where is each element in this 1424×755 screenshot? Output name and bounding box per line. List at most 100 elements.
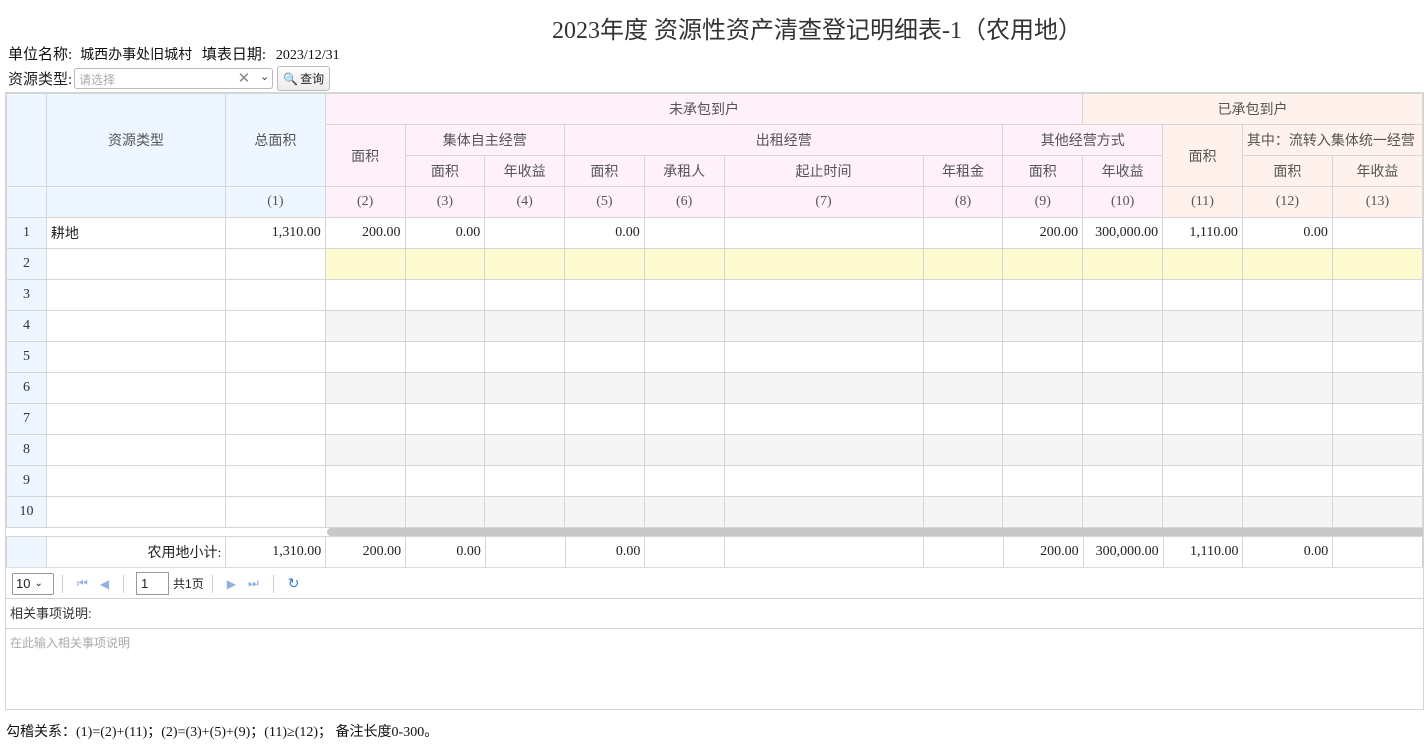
clear-icon[interactable]: ✕	[238, 69, 251, 87]
cell-c10[interactable]	[1082, 465, 1164, 497]
cell-c11[interactable]: 1,110.00	[1162, 217, 1243, 249]
cell-resource-type[interactable]	[45, 248, 227, 280]
cell-c12[interactable]: 0.00	[1241, 217, 1333, 249]
cell-c1[interactable]: 1,310.00	[225, 217, 326, 249]
cell-c4[interactable]	[484, 403, 566, 435]
cell-c2[interactable]	[324, 434, 406, 466]
cell-c10[interactable]	[1082, 341, 1164, 373]
cell-c11[interactable]	[1162, 341, 1243, 373]
table-row[interactable]: 9	[6, 465, 1423, 497]
chevron-down-icon[interactable]: ⌄	[260, 70, 269, 83]
cell-c4[interactable]	[484, 217, 566, 249]
cell-c11[interactable]	[1162, 403, 1243, 435]
cell-c10[interactable]	[1082, 434, 1164, 466]
cell-c8[interactable]	[922, 248, 1004, 280]
cell-c1[interactable]	[225, 341, 326, 373]
cell-c13[interactable]	[1331, 434, 1423, 466]
cell-c2[interactable]	[324, 403, 406, 435]
cell-c8[interactable]	[922, 403, 1004, 435]
cell-c7[interactable]	[723, 372, 924, 404]
first-page-icon[interactable]: ⏮	[77, 576, 88, 591]
cell-c10[interactable]: 300,000.00	[1082, 217, 1164, 249]
cell-c4[interactable]	[484, 248, 566, 280]
cell-c9[interactable]	[1002, 310, 1084, 342]
cell-c13[interactable]	[1331, 279, 1423, 311]
cell-c6[interactable]	[643, 403, 725, 435]
cell-c8[interactable]	[922, 341, 1004, 373]
cell-c2[interactable]	[324, 372, 406, 404]
cell-c2[interactable]	[324, 279, 406, 311]
cell-c7[interactable]	[723, 279, 924, 311]
last-page-icon[interactable]: ⏭	[248, 576, 259, 591]
cell-c3[interactable]	[404, 279, 486, 311]
cell-c3[interactable]	[404, 341, 486, 373]
cell-c1[interactable]	[225, 496, 326, 528]
cell-c4[interactable]	[484, 434, 566, 466]
cell-c10[interactable]	[1082, 279, 1164, 311]
cell-c1[interactable]	[225, 279, 326, 311]
table-row[interactable]: 5	[6, 341, 1423, 373]
cell-c5[interactable]	[564, 403, 645, 435]
cell-c6[interactable]	[643, 217, 725, 249]
cell-resource-type[interactable]	[45, 310, 227, 342]
cell-c3[interactable]	[404, 372, 486, 404]
cell-resource-type[interactable]	[45, 403, 227, 435]
cell-c10[interactable]	[1082, 310, 1164, 342]
cell-c8[interactable]	[922, 372, 1004, 404]
cell-c12[interactable]	[1241, 341, 1333, 373]
table-row[interactable]: 4	[6, 310, 1423, 342]
cell-c13[interactable]	[1331, 248, 1423, 280]
table-row[interactable]: 7	[6, 403, 1423, 435]
cell-resource-type[interactable]	[45, 434, 227, 466]
cell-c7[interactable]	[723, 217, 924, 249]
cell-c2[interactable]	[324, 341, 406, 373]
cell-c6[interactable]	[643, 465, 725, 497]
cell-c13[interactable]	[1331, 496, 1423, 528]
cell-resource-type[interactable]	[45, 341, 227, 373]
cell-c12[interactable]	[1241, 279, 1333, 311]
cell-c9[interactable]	[1002, 496, 1084, 528]
cell-c2[interactable]	[324, 248, 406, 280]
cell-c13[interactable]	[1331, 217, 1423, 249]
cell-c11[interactable]	[1162, 310, 1243, 342]
cell-c8[interactable]	[922, 465, 1004, 497]
cell-c11[interactable]	[1162, 434, 1243, 466]
cell-c8[interactable]	[922, 310, 1004, 342]
cell-c9[interactable]	[1002, 341, 1084, 373]
cell-c8[interactable]	[922, 496, 1004, 528]
cell-c5[interactable]	[564, 465, 645, 497]
cell-c4[interactable]	[484, 310, 566, 342]
cell-c2[interactable]	[324, 496, 406, 528]
cell-c5[interactable]	[564, 310, 645, 342]
cell-c9[interactable]	[1002, 465, 1084, 497]
cell-resource-type[interactable]: 耕地	[45, 217, 227, 249]
cell-c3[interactable]: 0.00	[404, 217, 486, 249]
cell-c6[interactable]	[643, 496, 725, 528]
table-row[interactable]: 8	[6, 434, 1423, 466]
table-row[interactable]: 6	[6, 372, 1423, 404]
cell-c5[interactable]	[564, 341, 645, 373]
cell-resource-type[interactable]	[45, 372, 227, 404]
cell-c3[interactable]	[404, 310, 486, 342]
cell-c6[interactable]	[643, 279, 725, 311]
cell-c12[interactable]	[1241, 403, 1333, 435]
cell-c11[interactable]	[1162, 372, 1243, 404]
resource-type-combo[interactable]: 请选择 ✕ ⌄	[74, 68, 274, 89]
cell-c6[interactable]	[643, 310, 725, 342]
cell-c10[interactable]	[1082, 372, 1164, 404]
cell-c6[interactable]	[643, 372, 725, 404]
cell-c7[interactable]	[723, 248, 924, 280]
horizontal-scrollbar[interactable]	[327, 528, 1423, 536]
cell-c1[interactable]	[225, 248, 326, 280]
cell-c3[interactable]	[404, 248, 486, 280]
cell-c2[interactable]	[324, 465, 406, 497]
next-page-icon[interactable]: ▶	[227, 577, 236, 591]
cell-c12[interactable]	[1241, 372, 1333, 404]
cell-c1[interactable]	[225, 465, 326, 497]
cell-resource-type[interactable]	[45, 279, 227, 311]
cell-c13[interactable]	[1331, 341, 1423, 373]
table-row[interactable]: 3	[6, 279, 1423, 311]
cell-c7[interactable]	[723, 434, 924, 466]
cell-c8[interactable]	[922, 279, 1004, 311]
cell-c8[interactable]	[922, 217, 1004, 249]
